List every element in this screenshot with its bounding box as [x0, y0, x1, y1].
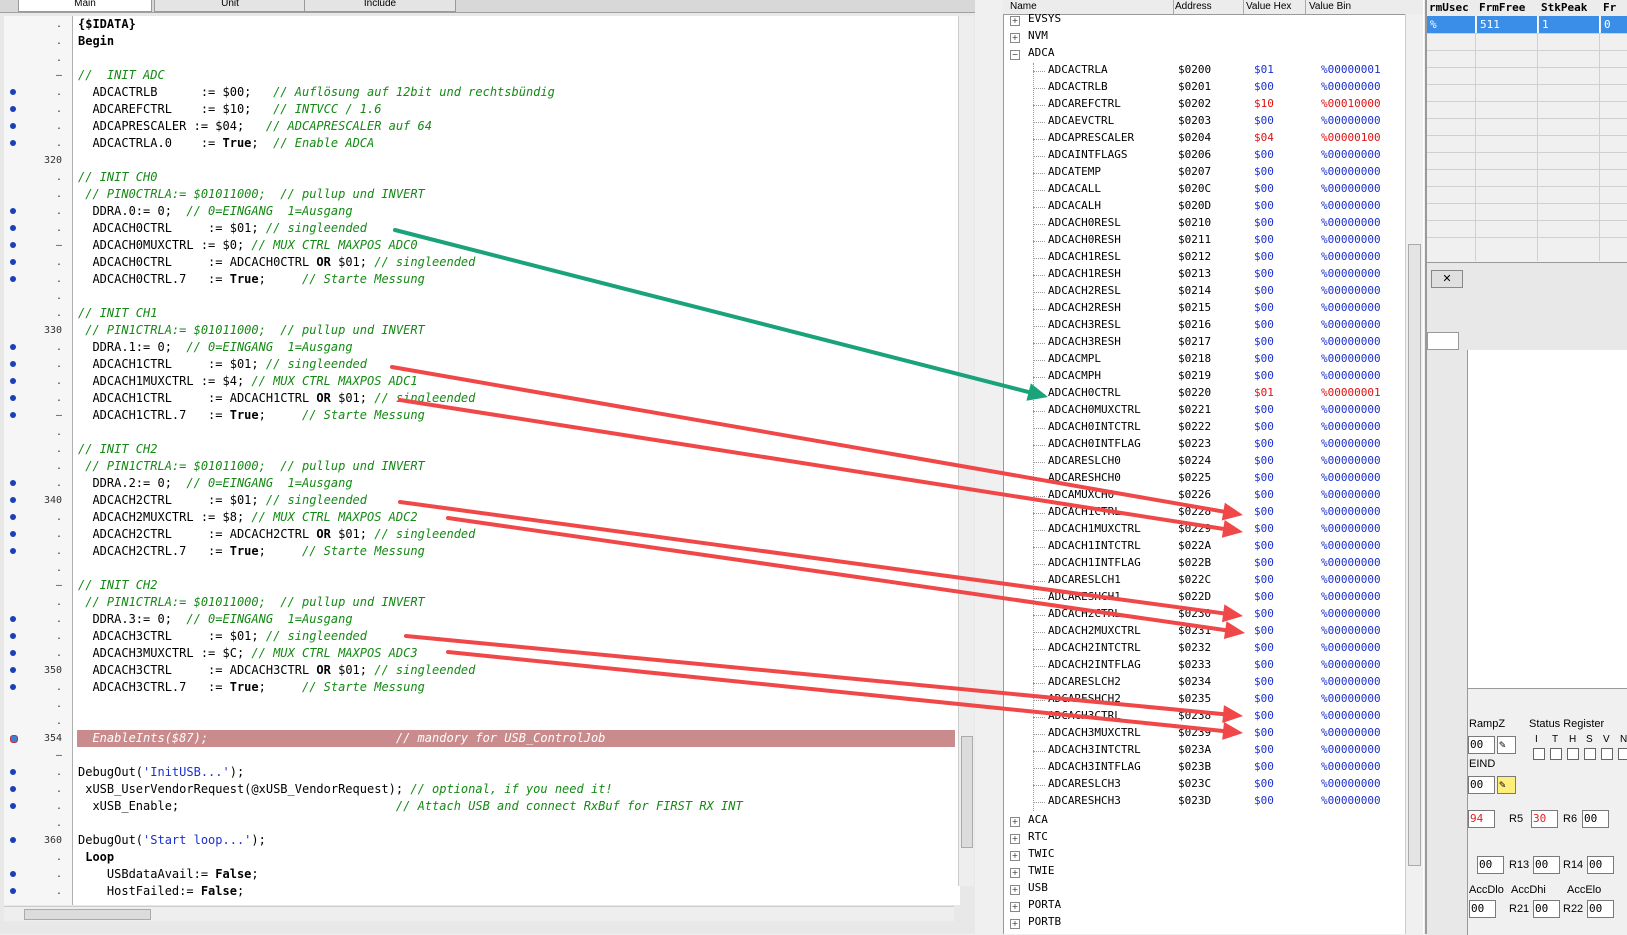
annotation-arrow	[404, 634, 1243, 724]
annotation-arrow	[446, 650, 1243, 740]
annotation-arrow	[393, 228, 1048, 401]
annotation-arrow	[390, 365, 1243, 521]
annotation-arrow	[446, 516, 1245, 640]
annotation-arrow	[398, 500, 1243, 623]
annotation-arrows	[390, 228, 1245, 740]
